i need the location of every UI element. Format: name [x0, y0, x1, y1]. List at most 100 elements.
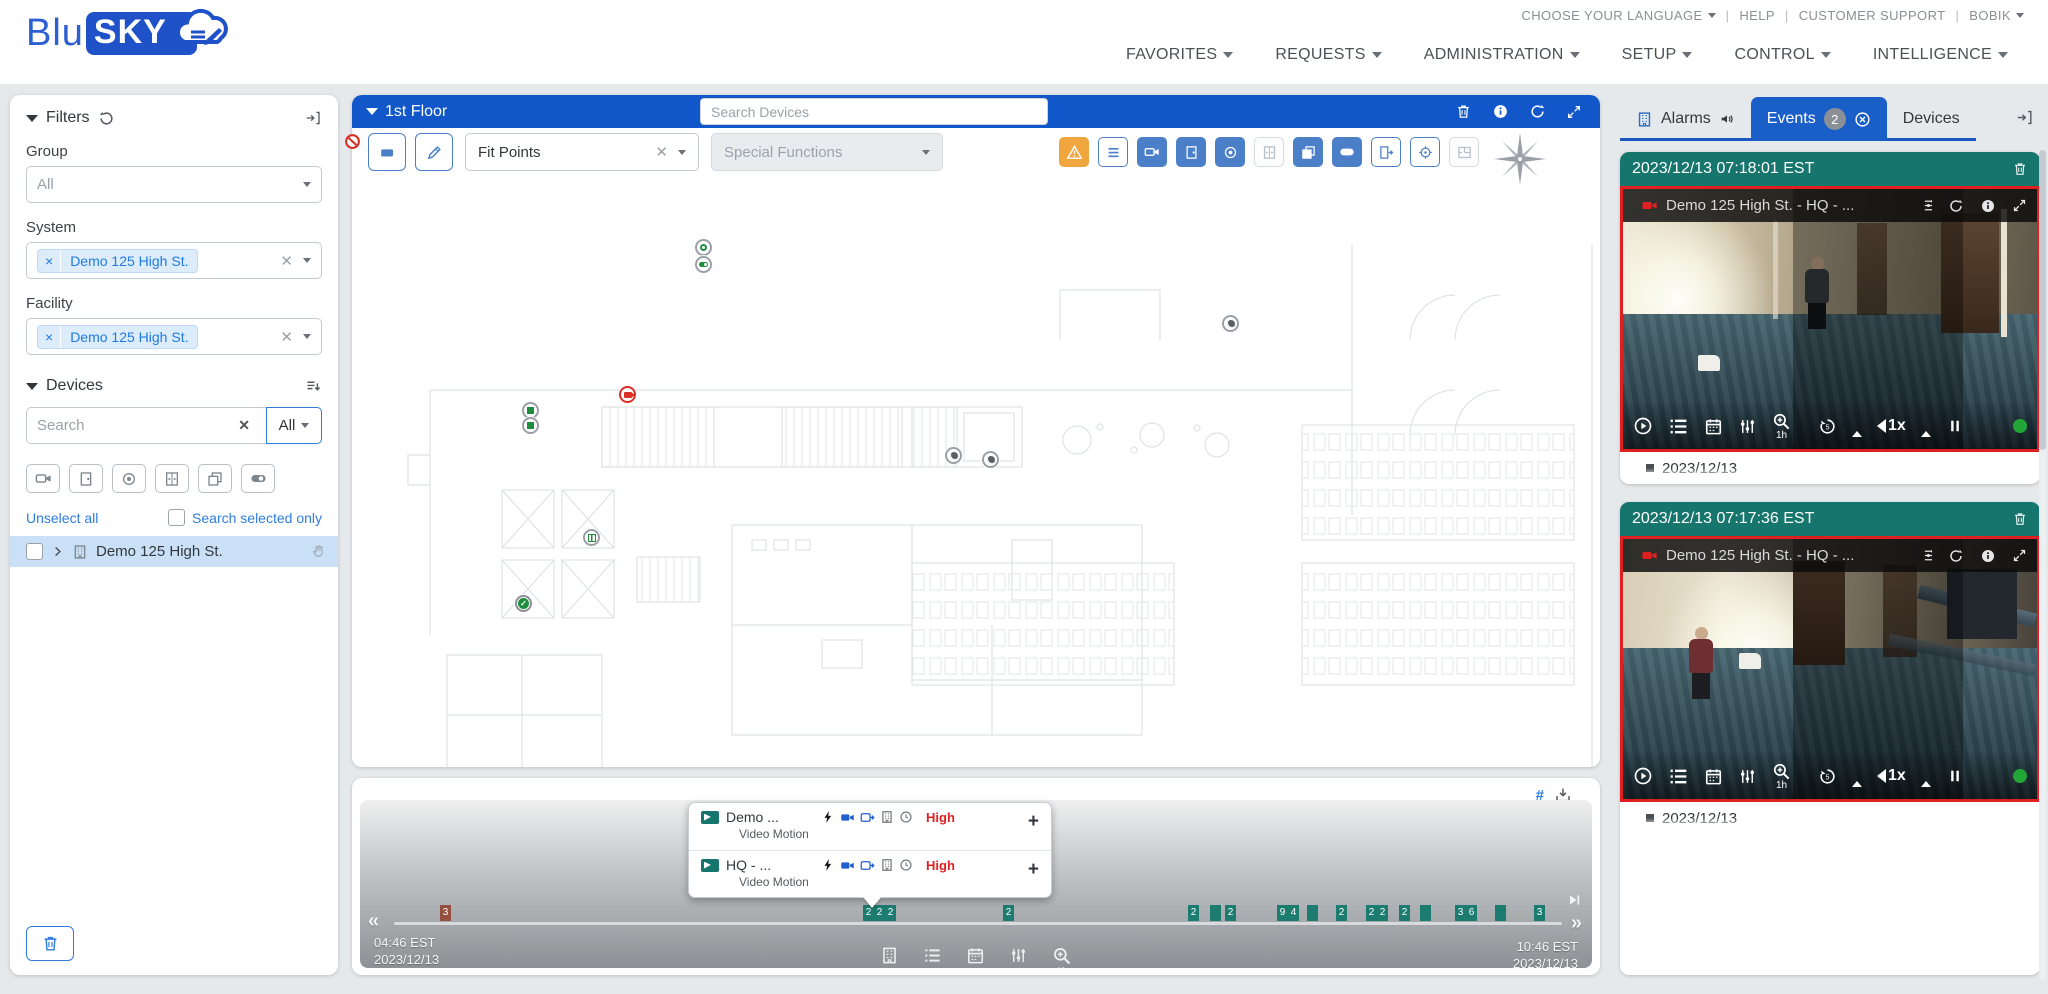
speaker-icon[interactable] — [1719, 111, 1735, 127]
chevron-right-icon[interactable] — [51, 545, 64, 558]
floor-selector[interactable]: 1st Floor — [366, 103, 447, 121]
facility-select[interactable]: ×Demo 125 High St. ✕ — [26, 318, 322, 355]
timeline-event-marker[interactable]: 2 — [1377, 905, 1388, 921]
calendar-icon[interactable] — [1704, 417, 1723, 436]
event-detail-row[interactable]: 2023/12/13 — [1620, 452, 2040, 480]
tooltip-event-row[interactable]: Demo ... High + Video Motion — [689, 803, 1051, 850]
video-expand-icon[interactable] — [2012, 198, 2027, 213]
calendar-icon[interactable] — [966, 946, 985, 965]
video-zoom-button[interactable]: 1h — [1772, 762, 1791, 790]
tab-devices[interactable]: Devices — [1887, 100, 1976, 141]
center-map-button[interactable] — [1410, 137, 1440, 167]
timeline-event-marker[interactable] — [1307, 905, 1318, 921]
video-settings-icon[interactable] — [1915, 197, 1932, 214]
clear-select-icon[interactable]: ✕ — [280, 252, 293, 270]
reset-filters-icon[interactable] — [98, 110, 115, 127]
select-region-button[interactable] — [368, 133, 406, 171]
device-marker-toggle[interactable] — [695, 256, 712, 273]
show-readers-button[interactable] — [1371, 137, 1401, 167]
timeline-event-marker[interactable]: 2 — [1336, 905, 1347, 921]
caret-up-icon[interactable] — [1852, 431, 1862, 437]
add-event-button[interactable]: + — [1028, 859, 1039, 881]
timeline-event-marker[interactable]: 2 — [1225, 905, 1236, 921]
show-motion-button[interactable] — [1215, 137, 1245, 167]
show-doors-button[interactable] — [1176, 137, 1206, 167]
show-cameras-button[interactable] — [1137, 137, 1167, 167]
device-marker-motion[interactable] — [695, 239, 712, 256]
list-view-button[interactable] — [1098, 137, 1128, 167]
timeline-event-marker[interactable]: 3 — [1534, 905, 1545, 921]
timeline-event-marker[interactable]: 2 — [1188, 905, 1199, 921]
show-toggles-button[interactable] — [1332, 137, 1362, 167]
video-info-icon[interactable] — [1980, 198, 1996, 214]
trash-icon[interactable] — [2012, 161, 2028, 177]
trash-icon[interactable] — [1455, 103, 1472, 120]
timeline-forward-button[interactable]: » — [1571, 912, 1582, 935]
camera-play-icon[interactable] — [860, 858, 875, 873]
timeline-back-button[interactable]: « — [368, 910, 379, 933]
show-floors-button[interactable] — [1293, 137, 1323, 167]
camera-icon[interactable] — [840, 858, 855, 873]
nav-favorites[interactable]: FAVORITES — [1126, 46, 1233, 64]
device-marker-check[interactable]: ✓ — [515, 595, 532, 612]
add-event-button[interactable]: + — [1028, 811, 1039, 833]
event-list-icon[interactable] — [1668, 416, 1689, 437]
event-detail-row[interactable]: 2023/12/13 — [1620, 802, 2040, 830]
filter-door-button[interactable] — [69, 464, 103, 493]
timeline-event-marker[interactable] — [1420, 905, 1431, 921]
refresh-icon[interactable] — [1529, 103, 1546, 120]
device-marker-camera-alarm[interactable] — [619, 386, 636, 403]
facility-tree-item[interactable]: Demo 125 High St. — [10, 536, 338, 567]
nav-administration[interactable]: ADMINISTRATION — [1424, 46, 1580, 64]
filter-toggle-button[interactable] — [241, 464, 275, 493]
rewind-5s-icon[interactable] — [1818, 417, 1837, 436]
remove-tag-icon[interactable]: × — [38, 326, 61, 348]
blusky-logo[interactable]: Blu SKY — [26, 8, 235, 59]
collapse-sidebar-icon[interactable] — [304, 109, 322, 127]
tooltip-event-row[interactable]: HQ - ... High + Video Motion — [689, 850, 1051, 897]
timeline-event-marker[interactable]: 9 — [1277, 905, 1288, 921]
camera-play-icon[interactable] — [860, 810, 875, 825]
play-direction-icon[interactable] — [1633, 416, 1653, 436]
sort-devices-icon[interactable] — [305, 378, 322, 395]
timeline-event-marker[interactable] — [1210, 905, 1221, 921]
caret-up-icon[interactable] — [1852, 781, 1862, 787]
filter-motion-button[interactable] — [112, 464, 146, 493]
delete-selection-button[interactable] — [26, 926, 74, 961]
list-icon[interactable] — [923, 946, 942, 965]
tab-events[interactable]: Events 2 — [1751, 97, 1887, 141]
tab-alarms[interactable]: Alarms — [1620, 100, 1751, 141]
filter-camera-button[interactable] — [26, 464, 60, 493]
timeline-event-marker[interactable]: 2 — [1366, 905, 1377, 921]
device-marker-gray[interactable] — [1222, 315, 1239, 332]
timeline-event-marker[interactable] — [1495, 905, 1506, 921]
timeline-event-marker[interactable]: 3 — [1455, 905, 1466, 921]
timeline-event-marker[interactable]: 2 — [1003, 905, 1014, 921]
map-search-input[interactable] — [700, 98, 1048, 125]
customer-support-link[interactable]: CUSTOMER SUPPORT — [1799, 8, 1946, 23]
timeline-skip-end-button[interactable] — [1566, 888, 1582, 911]
clear-select-icon[interactable]: ✕ — [655, 143, 668, 161]
help-link[interactable]: HELP — [1739, 8, 1775, 23]
chevron-down-icon[interactable] — [26, 383, 38, 390]
camera-icon[interactable] — [840, 810, 855, 825]
chevron-down-icon[interactable] — [26, 115, 38, 122]
edit-button[interactable] — [415, 133, 453, 171]
video-refresh-icon[interactable] — [1948, 548, 1964, 564]
timeline-event-marker[interactable]: 2 — [1399, 905, 1410, 921]
trash-icon[interactable] — [2012, 511, 2028, 527]
info-icon[interactable] — [1492, 103, 1509, 120]
timeline-event-marker[interactable]: 3 — [440, 905, 451, 921]
play-direction-icon[interactable] — [1633, 766, 1653, 786]
video-player[interactable]: Demo 125 High St. - HQ - ... — [1620, 186, 2040, 452]
nav-intelligence[interactable]: INTELLIGENCE — [1873, 46, 2008, 64]
device-marker-gray[interactable] — [945, 447, 962, 464]
device-search-input[interactable] — [26, 407, 266, 444]
video-player[interactable]: Demo 125 High St. - HQ - ... — [1620, 536, 2040, 802]
alarm-warning-button[interactable] — [1059, 137, 1089, 167]
drag-handle-icon[interactable] — [311, 544, 326, 559]
tree-item-checkbox[interactable] — [26, 543, 43, 560]
caret-up-icon[interactable] — [1921, 431, 1931, 437]
group-select[interactable]: All — [26, 166, 322, 203]
device-marker-door[interactable] — [522, 417, 539, 434]
